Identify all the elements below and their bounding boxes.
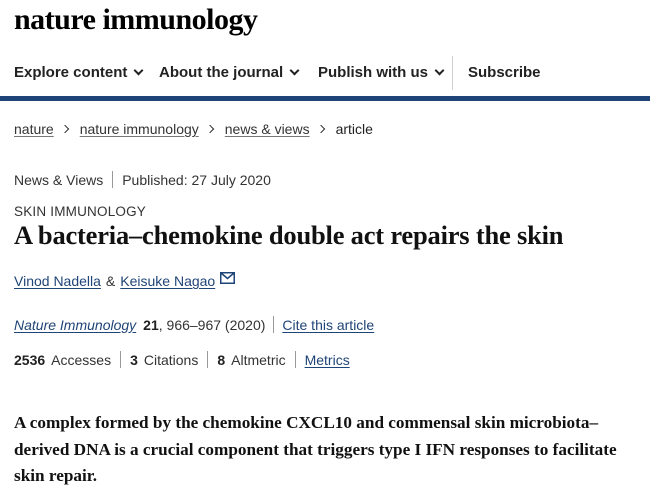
divider	[294, 351, 296, 368]
article-metrics: 2536 Accesses 3 Citations 8 Altmetric Me…	[14, 351, 350, 368]
chevron-down-icon	[133, 65, 144, 76]
article-type: News & Views	[14, 171, 104, 188]
citations-label: Citations	[143, 351, 199, 368]
published-date: Published: 27 July 2020	[122, 171, 271, 188]
divider	[273, 316, 275, 333]
nav-publish-with-us-label: Publish with us	[318, 64, 429, 81]
altmetric-label: Altmetric	[231, 351, 286, 368]
breadcrumb-nature-immunology[interactable]: nature immunology	[80, 121, 199, 137]
journal-link[interactable]: Nature Immunology	[14, 317, 136, 333]
citation-line: Nature Immunology 21 , 966–967 (2020) Ci…	[14, 316, 374, 333]
mail-icon[interactable]	[220, 272, 236, 284]
nav-explore-content[interactable]: Explore content	[14, 64, 144, 81]
author-list: Vinod Nadella & Keisuke Nagao	[14, 272, 236, 289]
subscribe-link[interactable]: Subscribe	[468, 64, 541, 81]
article-subject: SKIN IMMUNOLOGY	[14, 204, 147, 219]
breadcrumb-nature[interactable]: nature	[14, 121, 54, 137]
divider	[120, 351, 122, 368]
article-standfirst: A complex formed by the chemokine CXCL10…	[14, 413, 617, 485]
author-link[interactable]: Vinod Nadella	[14, 273, 101, 289]
citations-count: 3	[130, 351, 138, 368]
chevron-down-icon	[289, 65, 300, 76]
article-title: A bacteria–chemokine double act repairs …	[14, 220, 564, 250]
article-meta: News & Views Published: 27 July 2020	[14, 171, 271, 188]
volume: 21	[143, 316, 159, 333]
nav-about-journal[interactable]: About the journal	[159, 64, 300, 81]
accesses-count: 2536	[14, 351, 46, 368]
altmetric-count: 8	[217, 351, 226, 368]
author-separator: &	[105, 273, 116, 289]
nav-divider	[452, 56, 453, 90]
breadcrumb-current: article	[335, 121, 373, 137]
nav-about-journal-label: About the journal	[159, 64, 284, 81]
divider	[112, 171, 114, 188]
accesses-label: Accesses	[51, 351, 112, 368]
divider	[207, 351, 209, 368]
cite-this-article-link[interactable]: Cite this article	[282, 317, 374, 333]
chevron-right-icon	[60, 124, 69, 134]
metrics-link[interactable]: Metrics	[305, 352, 350, 368]
chevron-right-icon	[316, 124, 325, 134]
nav-underline-rule	[0, 96, 650, 101]
author-link[interactable]: Keisuke Nagao	[120, 273, 215, 289]
chevron-right-icon	[205, 124, 215, 134]
main-nav: Explore content About the journal Publis…	[0, 50, 650, 96]
breadcrumb: nature nature immunology news & views ar…	[14, 121, 373, 137]
breadcrumb-news-views[interactable]: news & views	[225, 121, 310, 137]
nav-explore-content-label: Explore content	[14, 64, 128, 81]
pages-year: , 966–967 (2020)	[158, 316, 266, 333]
site-logo[interactable]: nature immunology	[14, 3, 258, 37]
chevron-down-icon	[434, 65, 445, 76]
nav-publish-with-us[interactable]: Publish with us	[318, 64, 445, 81]
